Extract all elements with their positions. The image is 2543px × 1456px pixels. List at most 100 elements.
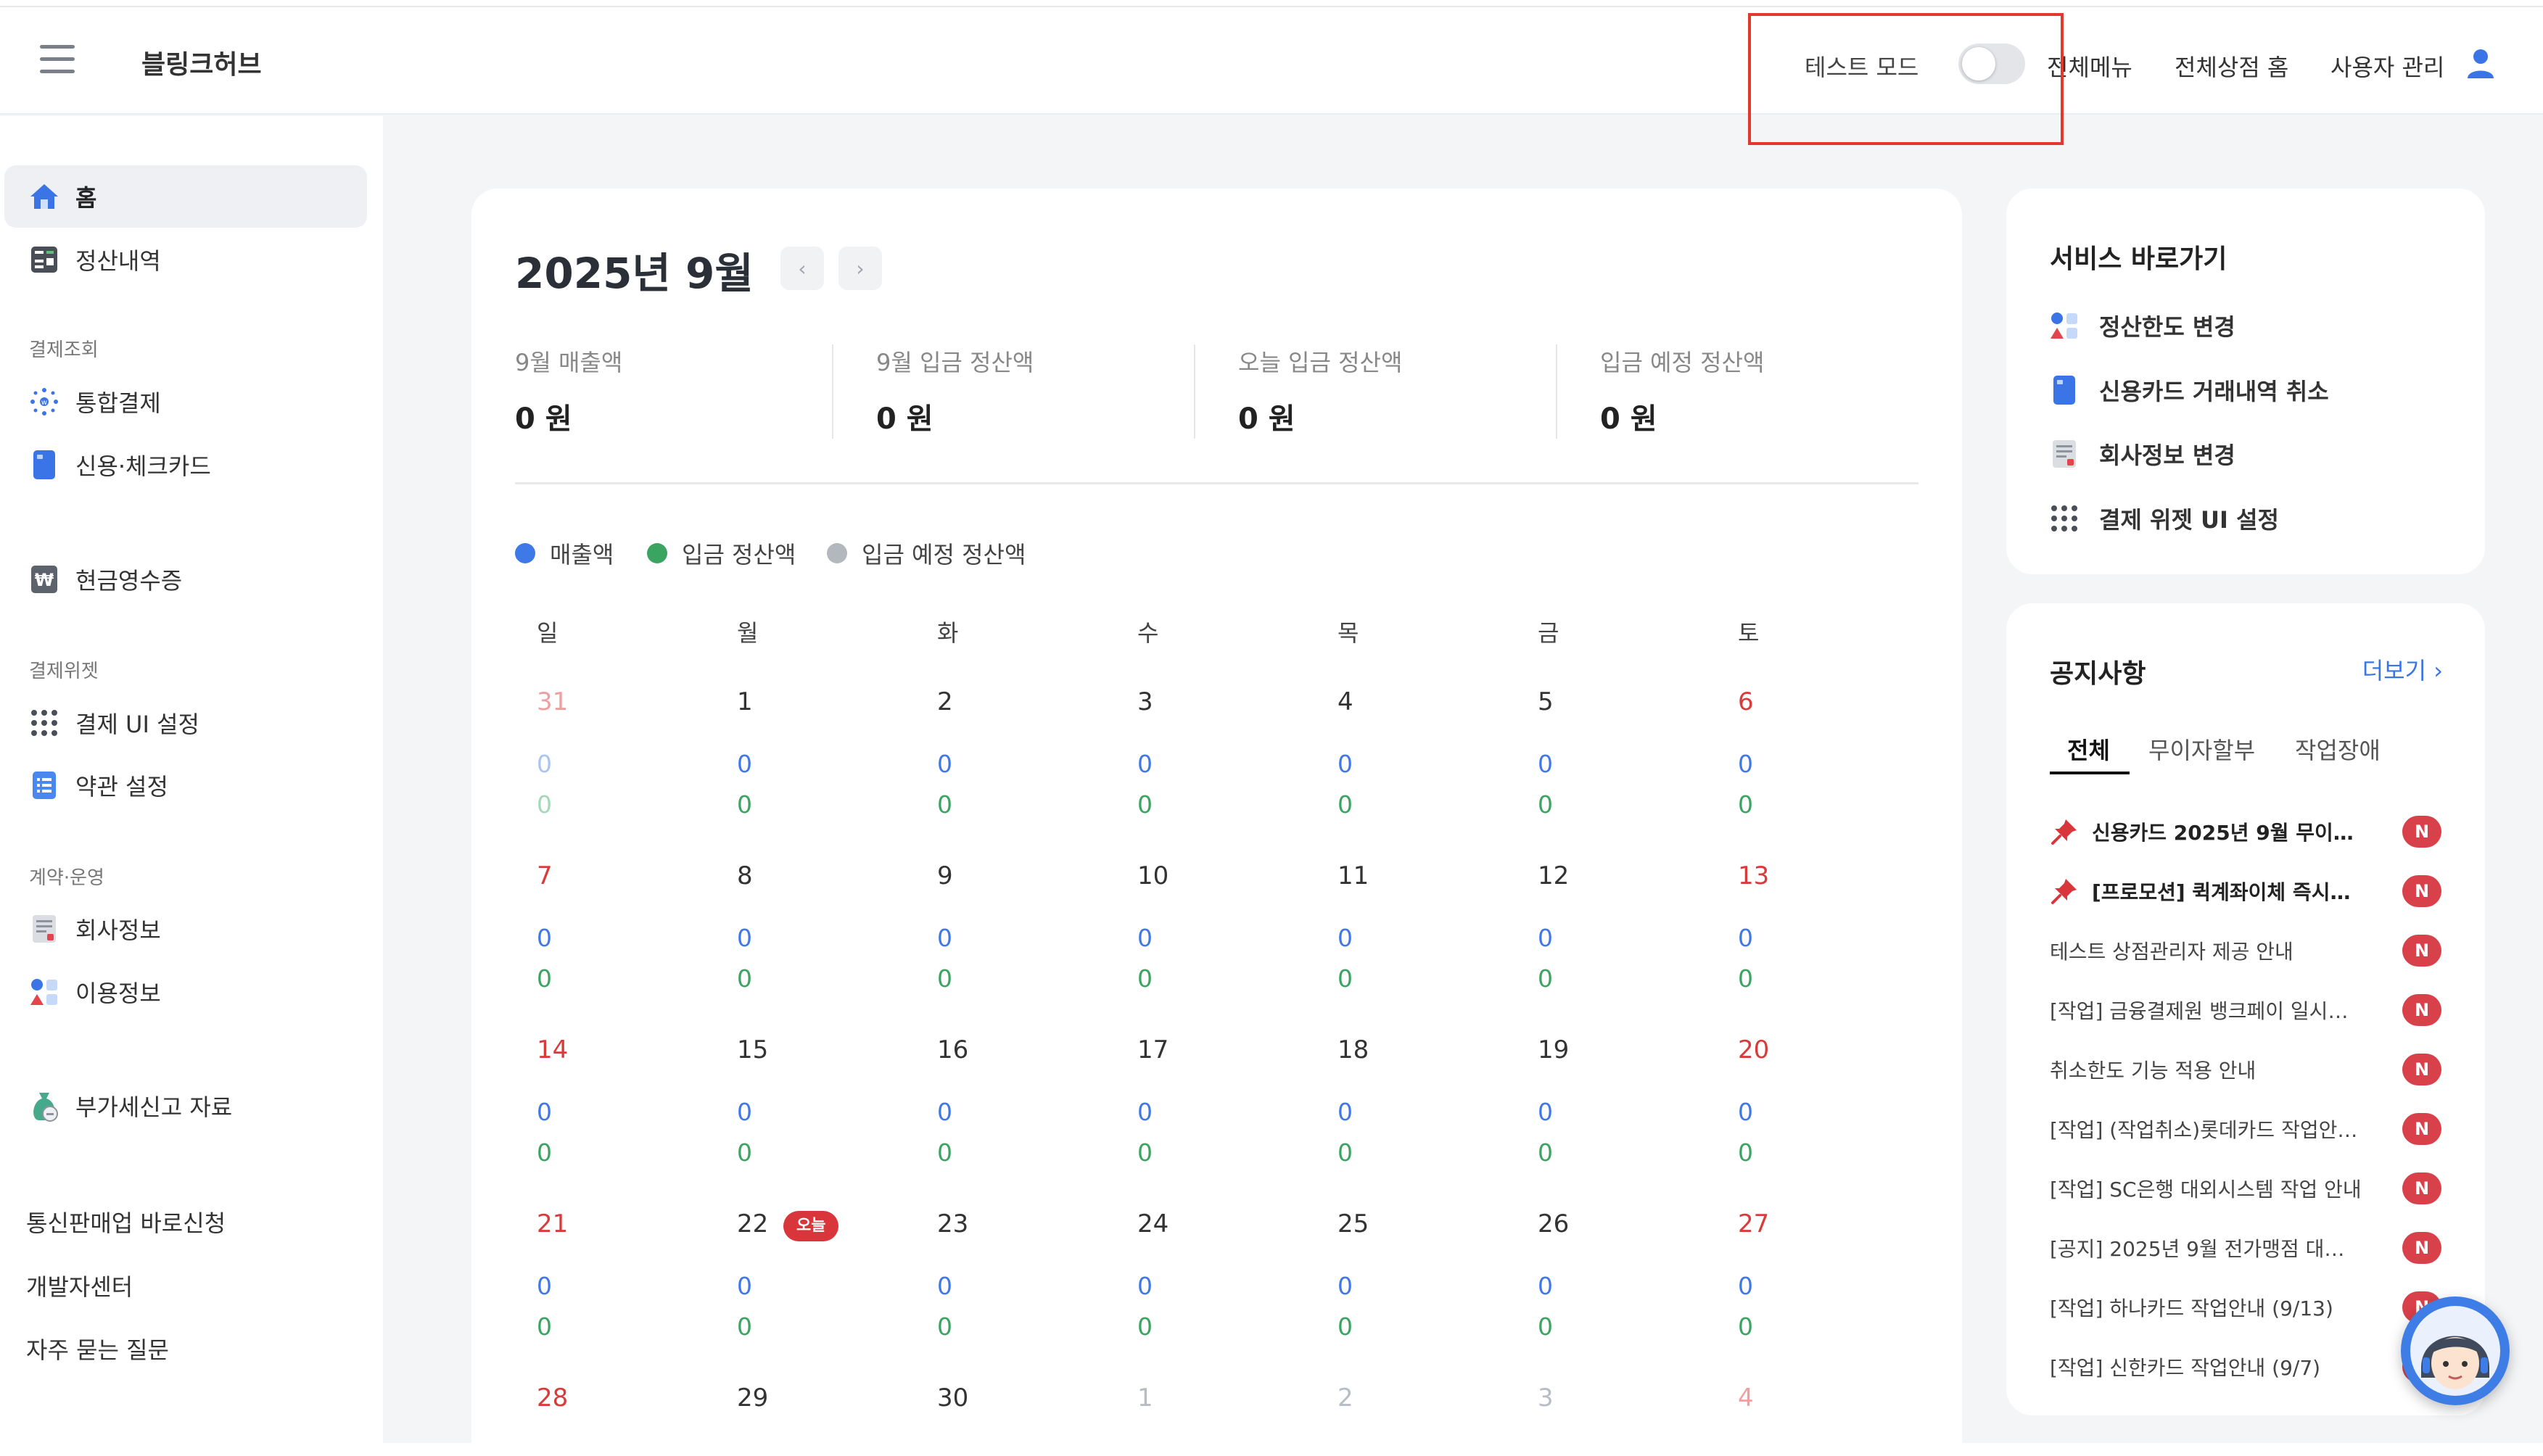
chatbot-avatar-icon	[2410, 1306, 2500, 1396]
day-sales-value: 0	[737, 750, 752, 778]
day-sales-value: 0	[1137, 924, 1153, 952]
shortcut-settlement-limit[interactable]: 정산한도 변경	[2050, 309, 2235, 342]
tab-maintenance[interactable]: 작업장애	[2295, 732, 2381, 766]
notice-item[interactable]: 테스트 상점관리자 제공 안내 N	[2050, 932, 2441, 969]
all-stores-home-link[interactable]: 전체상점 홈	[2175, 49, 2288, 83]
new-badge: N	[2402, 1054, 2441, 1085]
day-settled-value: 0	[1137, 964, 1153, 993]
notice-item[interactable]: [프로모션] 퀵계좌이체 즉시할인 안내 N	[2050, 873, 2441, 909]
day-number: 13	[1738, 861, 1770, 890]
active-tab-underline	[2050, 772, 2130, 774]
day-settled-value: 0	[1137, 790, 1153, 819]
notice-title: [프로모션] 퀵계좌이체 즉시할인 안내	[2092, 880, 2362, 904]
day-number: 14	[537, 1035, 569, 1064]
notice-item[interactable]: [작업] (작업취소)롯데카드 작업안내 (9/20) N	[2050, 1111, 2441, 1147]
sidebar-item-terms-settings[interactable]: 약관 설정	[4, 754, 367, 816]
shortcut-widget-ui-settings[interactable]: 결제 위젯 UI 설정	[2050, 502, 2279, 535]
day-sales-value: 0	[1738, 1272, 1753, 1300]
next-month-button[interactable]: ›	[838, 247, 882, 290]
day-number: 19	[1538, 1035, 1570, 1064]
day-settled-value: 0	[1738, 1312, 1753, 1341]
user-icon[interactable]	[2466, 48, 2495, 80]
sidebar-item-label: 결제 UI 설정	[75, 711, 199, 738]
sidebar-item-usage-info[interactable]: 이용정보	[4, 961, 367, 1023]
day-number: 12	[1538, 861, 1570, 890]
day-sales-value: 0	[537, 1272, 552, 1300]
day-number: 4	[1738, 1383, 1754, 1412]
stat-divider	[1194, 344, 1195, 439]
sidebar-item-home[interactable]: 홈	[4, 165, 367, 228]
company-doc-icon	[29, 914, 59, 944]
day-settled-value: 0	[537, 1312, 552, 1341]
brand-title: 블링크허브	[141, 50, 262, 80]
sidebar-item-label: 홈	[75, 184, 97, 212]
hamburger-menu-icon[interactable]	[40, 45, 75, 74]
day-settled-value: 0	[1538, 1138, 1553, 1167]
day-number: 3	[1538, 1383, 1554, 1412]
tab-all[interactable]: 전체	[2067, 732, 2110, 766]
stat-value: 0 원	[876, 402, 933, 436]
sparkle-w-icon: w	[29, 386, 59, 417]
day-number: 26	[1538, 1209, 1570, 1238]
new-badge: N	[2402, 875, 2441, 907]
sidebar-link-ecommerce-registration[interactable]: 통신판매업 바로신청	[26, 1205, 226, 1238]
sidebar-section-payment-lookup: 결제조회	[29, 339, 99, 361]
new-badge: N	[2402, 994, 2441, 1026]
day-number: 15	[737, 1035, 769, 1064]
legend-dot	[827, 543, 847, 563]
notice-item[interactable]: [작업] 신한카드 작업안내 (9/7)N	[2050, 1349, 2441, 1385]
sidebar: 홈 정산내역 결제조회 w 통합결제 신용·체크카드 ₩ 현금영수증 결제위젯 …	[0, 116, 383, 1456]
notice-item[interactable]: [공지] 2025년 9월 전가맹점 대상 안내 N	[2050, 1230, 2441, 1266]
day-number: 23	[937, 1209, 969, 1238]
day-sales-value: 0	[1338, 924, 1353, 952]
chatbot-button[interactable]	[2401, 1296, 2510, 1405]
sidebar-item-label: 신용·체크카드	[75, 452, 211, 480]
sidebar-item-vat-report[interactable]: 부가세신고 자료	[4, 1075, 367, 1137]
day-settled-value: 0	[937, 964, 952, 993]
sidebar-item-cash-receipt[interactable]: ₩ 현금영수증	[4, 548, 367, 611]
sidebar-link-faq[interactable]: 자주 묻는 질문	[26, 1332, 169, 1365]
sidebar-item-company-info[interactable]: 회사정보	[4, 898, 367, 960]
day-settled-value: 0	[1538, 1312, 1553, 1341]
notice-item[interactable]: [작업] 금융결제원 뱅크페이 일시중단 안내 N	[2050, 992, 2441, 1028]
dot-grid-icon	[2050, 504, 2079, 533]
shortcut-card-cancel[interactable]: 신용카드 거래내역 취소	[2050, 373, 2329, 407]
notice-title: 신용카드 2025년 9월 무이자 할부 안내	[2092, 821, 2362, 845]
notice-item[interactable]: [작업] SC은행 대외시스템 작업 안내 N	[2050, 1170, 2441, 1207]
sidebar-item-settlement[interactable]: 정산내역	[4, 228, 367, 291]
day-sales-value: 0	[937, 924, 952, 952]
sidebar-link-developer-center[interactable]: 개발자센터	[26, 1269, 133, 1302]
day-number: 21	[537, 1209, 569, 1238]
stat-label: 오늘 입금 정산액	[1238, 349, 1403, 376]
stat-divider	[1556, 344, 1557, 439]
legend-settled: 입금 정산액	[647, 537, 796, 570]
day-settled-value: 0	[1137, 1138, 1153, 1167]
all-menu-link[interactable]: 전체메뉴	[2047, 49, 2132, 83]
day-sales-value: 0	[1538, 924, 1553, 952]
notice-title: [작업] 금융결제원 뱅크페이 일시중단 안내	[2050, 999, 2362, 1023]
notices-more-link[interactable]: 더보기 ›	[2362, 653, 2443, 686]
legend-expected: 입금 예정 정산액	[827, 537, 1026, 570]
notice-item[interactable]: 신용카드 2025년 9월 무이자 할부 안내 N	[2050, 814, 2441, 850]
legend-label: 입금 예정 정산액	[862, 541, 1026, 568]
user-management-link[interactable]: 사용자 관리	[2330, 49, 2444, 83]
legend-label: 매출액	[550, 541, 614, 568]
shortcut-company-info-change[interactable]: 회사정보 변경	[2050, 437, 2235, 471]
sidebar-item-label: 통합결제	[75, 389, 161, 417]
notice-title: [작업] SC은행 대외시스템 작업 안내	[2050, 1178, 2362, 1201]
day-sales-value: 0	[537, 1098, 552, 1126]
notice-item[interactable]: 취소한도 기능 적용 안내 N	[2050, 1051, 2441, 1088]
calculator-icon	[29, 244, 59, 275]
new-badge: N	[2402, 816, 2441, 848]
day-number: 28	[537, 1383, 569, 1412]
tab-interest-free[interactable]: 무이자할부	[2148, 732, 2255, 766]
prev-month-button[interactable]: ‹	[780, 247, 824, 290]
day-number: 4	[1338, 687, 1353, 716]
sidebar-item-payment-ui-settings[interactable]: 결제 UI 설정	[4, 692, 367, 754]
day-sales-value: 0	[1738, 924, 1753, 952]
sidebar-item-credit-check-card[interactable]: 신용·체크카드	[4, 434, 367, 496]
notice-item[interactable]: [작업] 하나카드 작업안내 (9/13)N	[2050, 1289, 2441, 1325]
stat-label: 9월 매출액	[515, 349, 623, 376]
test-mode-toggle[interactable]	[1958, 44, 2025, 84]
sidebar-item-integrated-payment[interactable]: w 통합결제	[4, 371, 367, 433]
